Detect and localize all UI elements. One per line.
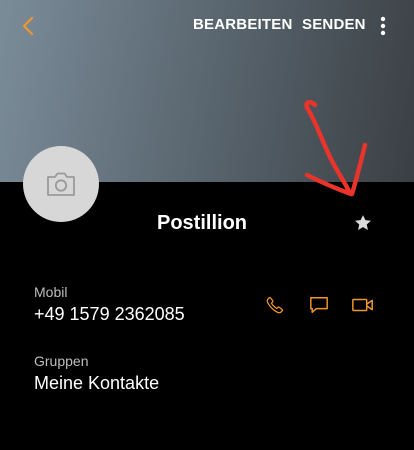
more-options-button[interactable] bbox=[373, 12, 393, 40]
message-icon bbox=[310, 297, 328, 313]
groups-value[interactable]: Meine Kontakte bbox=[34, 373, 159, 394]
phone-icon bbox=[266, 296, 284, 314]
call-button[interactable] bbox=[262, 292, 288, 318]
top-app-bar: BEARBEITEN SENDEN bbox=[0, 0, 414, 52]
mobile-number[interactable]: +49 1579 2362085 bbox=[34, 304, 185, 325]
back-button[interactable] bbox=[14, 12, 42, 40]
star-icon bbox=[355, 215, 371, 230]
mobile-label: Mobil bbox=[34, 284, 68, 300]
groups-label: Gruppen bbox=[34, 353, 89, 369]
contact-avatar[interactable] bbox=[23, 146, 99, 222]
more-vertical-icon bbox=[380, 16, 386, 36]
favorite-button[interactable] bbox=[350, 210, 376, 236]
contact-name: Postillion bbox=[157, 212, 247, 234]
edit-button[interactable]: BEARBEITEN bbox=[193, 16, 293, 33]
message-button[interactable] bbox=[306, 292, 332, 318]
video-call-button[interactable] bbox=[350, 292, 376, 318]
camera-icon bbox=[47, 172, 75, 196]
video-call-icon bbox=[352, 298, 373, 312]
chevron-left-icon bbox=[22, 16, 34, 36]
send-button[interactable]: SENDEN bbox=[302, 16, 366, 33]
